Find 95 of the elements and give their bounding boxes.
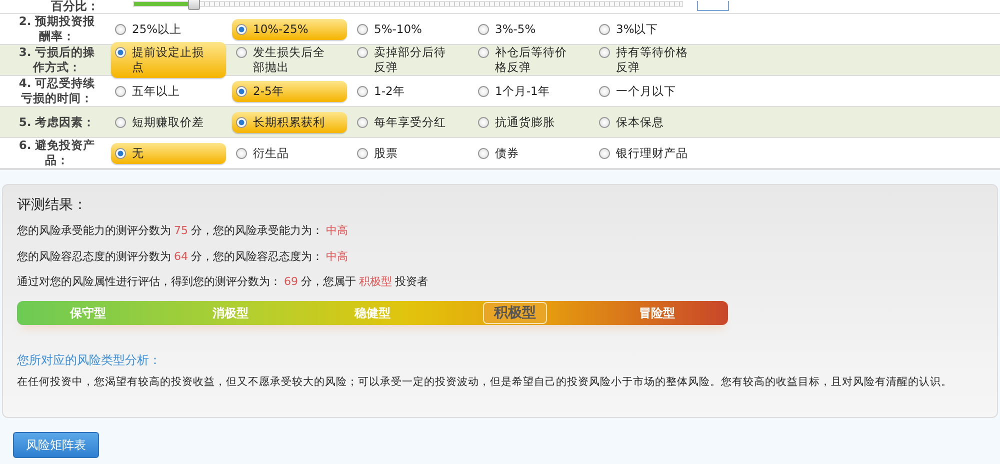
- option-label: 25%以上: [132, 22, 182, 36]
- answer-option[interactable]: 无: [111, 142, 226, 164]
- option-label: 1个月-1年: [495, 84, 550, 98]
- option-label: 保本保息: [616, 114, 664, 130]
- selected-risk-label: 积极型: [482, 302, 547, 324]
- answer-option[interactable]: 债券: [474, 142, 589, 164]
- radio-button[interactable]: [599, 24, 610, 34]
- risk-level-label: 保守型: [68, 304, 108, 322]
- radio-button[interactable]: [236, 148, 247, 158]
- percent-field[interactable]: [697, 1, 729, 11]
- option-label: 短期赚取价差: [132, 114, 204, 130]
- radio-button[interactable]: [357, 47, 368, 58]
- option-label: 债券: [495, 146, 519, 160]
- option-label: 股票: [374, 146, 398, 160]
- question-label: 3. 亏损后的操作方式：: [18, 45, 96, 75]
- answer-option[interactable]: 提前设定止损点: [111, 42, 226, 78]
- result-title: 评测结果：: [17, 196, 88, 215]
- option-label: 3%以下: [616, 22, 658, 36]
- option-label: 长期积累获利: [253, 114, 325, 130]
- option-label: 2-5年: [253, 84, 284, 98]
- option-label: 提前设定止损点: [132, 45, 205, 75]
- radio-button[interactable]: [599, 148, 610, 158]
- radio-button[interactable]: [115, 116, 126, 128]
- answer-option[interactable]: 1个月-1年: [474, 80, 589, 102]
- radio-button[interactable]: [599, 86, 610, 96]
- question-label: 2. 预期投资报酬率：: [18, 14, 96, 44]
- radio-button[interactable]: [357, 116, 368, 128]
- radio-button[interactable]: [357, 24, 368, 34]
- radio-button[interactable]: [478, 148, 489, 158]
- answer-option[interactable]: 银行理财产品: [595, 142, 710, 164]
- option-label: 五年以上: [132, 84, 180, 98]
- answer-option[interactable]: 保本保息: [595, 112, 710, 132]
- radio-button[interactable]: [115, 86, 126, 96]
- option-label: 1-2年: [374, 84, 405, 98]
- radio-button[interactable]: [115, 24, 126, 34]
- answer-option[interactable]: 10%-25%: [232, 18, 347, 40]
- radio-button[interactable]: [236, 86, 247, 96]
- answer-option[interactable]: 一个月以下: [595, 80, 710, 102]
- radio-button[interactable]: [478, 86, 489, 96]
- radio-button[interactable]: [478, 47, 489, 58]
- result-text: 通过对您的风险属性进行评估，得到您的测评分数为： 69 分，您属于 积极型 投资者: [17, 274, 429, 290]
- answer-option[interactable]: 补仓后等待价格反弹: [474, 42, 589, 78]
- answer-option[interactable]: 每年享受分红: [353, 112, 468, 132]
- answer-option[interactable]: 衍生品: [232, 142, 347, 164]
- slider-track[interactable]: [133, 1, 683, 7]
- answer-option[interactable]: 3%-5%: [474, 18, 589, 40]
- option-label: 发生损失后全部抛出: [253, 45, 326, 75]
- radio-button[interactable]: [357, 86, 368, 96]
- answer-option[interactable]: 5%-10%: [353, 18, 468, 40]
- question-label: 百分比：: [50, 0, 100, 13]
- option-label: 持有等待价格反弹: [616, 45, 689, 75]
- radio-button[interactable]: [478, 116, 489, 128]
- option-label: 5%-10%: [374, 22, 422, 36]
- risk-level-label: 稳健型: [353, 304, 392, 322]
- radio-button[interactable]: [599, 116, 610, 128]
- answer-option[interactable]: 长期积累获利: [232, 112, 347, 132]
- question-label: 4. 可忍受持续亏损的时间：: [18, 76, 96, 106]
- question-label: 5. 考虑因素：: [18, 114, 96, 130]
- option-label: 卖掉部分后待反弹: [374, 45, 447, 75]
- option-label: 银行理财产品: [616, 146, 688, 160]
- risk-level-label: 冒险型: [638, 304, 676, 322]
- result-text: 您的风险容忍态度的测评分数为 64 分，您的风险容忍态度为： 中高: [17, 248, 349, 264]
- answer-option[interactable]: 抗通货膨胀: [474, 112, 589, 132]
- option-label: 无: [132, 146, 144, 160]
- radio-button[interactable]: [357, 148, 368, 158]
- answer-option[interactable]: 五年以上: [111, 80, 226, 102]
- slider-thumb[interactable]: [188, 0, 200, 10]
- option-label: 衍生品: [253, 146, 289, 160]
- analysis-title: 您所对应的风险类型分析：: [17, 352, 162, 368]
- radio-button[interactable]: [236, 24, 247, 34]
- answer-option[interactable]: 1-2年: [353, 80, 468, 102]
- radio-button[interactable]: [478, 24, 489, 34]
- radio-button[interactable]: [599, 47, 610, 58]
- answer-option[interactable]: 发生损失后全部抛出: [232, 42, 347, 78]
- answer-option[interactable]: 短期赚取价差: [111, 112, 226, 132]
- option-label: 补仓后等待价格反弹: [495, 45, 568, 75]
- answer-option[interactable]: 2-5年: [232, 80, 347, 102]
- radio-button[interactable]: [115, 47, 126, 58]
- result-text: 您的风险承受能力的测评分数为 75 分，您的风险承受能力为： 中高: [17, 223, 349, 239]
- risk-level-label: 消极型: [211, 304, 250, 322]
- option-label: 每年享受分红: [374, 114, 446, 130]
- option-label: 10%-25%: [253, 22, 308, 36]
- answer-option[interactable]: 卖掉部分后待反弹: [353, 42, 468, 78]
- answer-option[interactable]: 25%以上: [111, 18, 226, 40]
- radio-button[interactable]: [236, 47, 247, 58]
- question-label: 6. 避免投资产品：: [18, 138, 96, 168]
- answer-option[interactable]: 3%以下: [595, 18, 710, 40]
- option-label: 3%-5%: [495, 22, 536, 36]
- radio-button[interactable]: [236, 116, 247, 128]
- analysis-text: 在任何投资中，您渴望有较高的投资收益，但又不愿承受较大的风险；可以承受一定的投资波动，但是希望自己的投资风险小于市场的整体风险。您有较高的收益目标，且对风险有清醒的认识。: [17, 374, 953, 390]
- option-label: 抗通货膨胀: [495, 114, 555, 130]
- answer-option[interactable]: 持有等待价格反弹: [595, 42, 710, 78]
- option-label: 一个月以下: [616, 84, 676, 98]
- answer-option[interactable]: 股票: [353, 142, 468, 164]
- radio-button[interactable]: [115, 148, 126, 158]
